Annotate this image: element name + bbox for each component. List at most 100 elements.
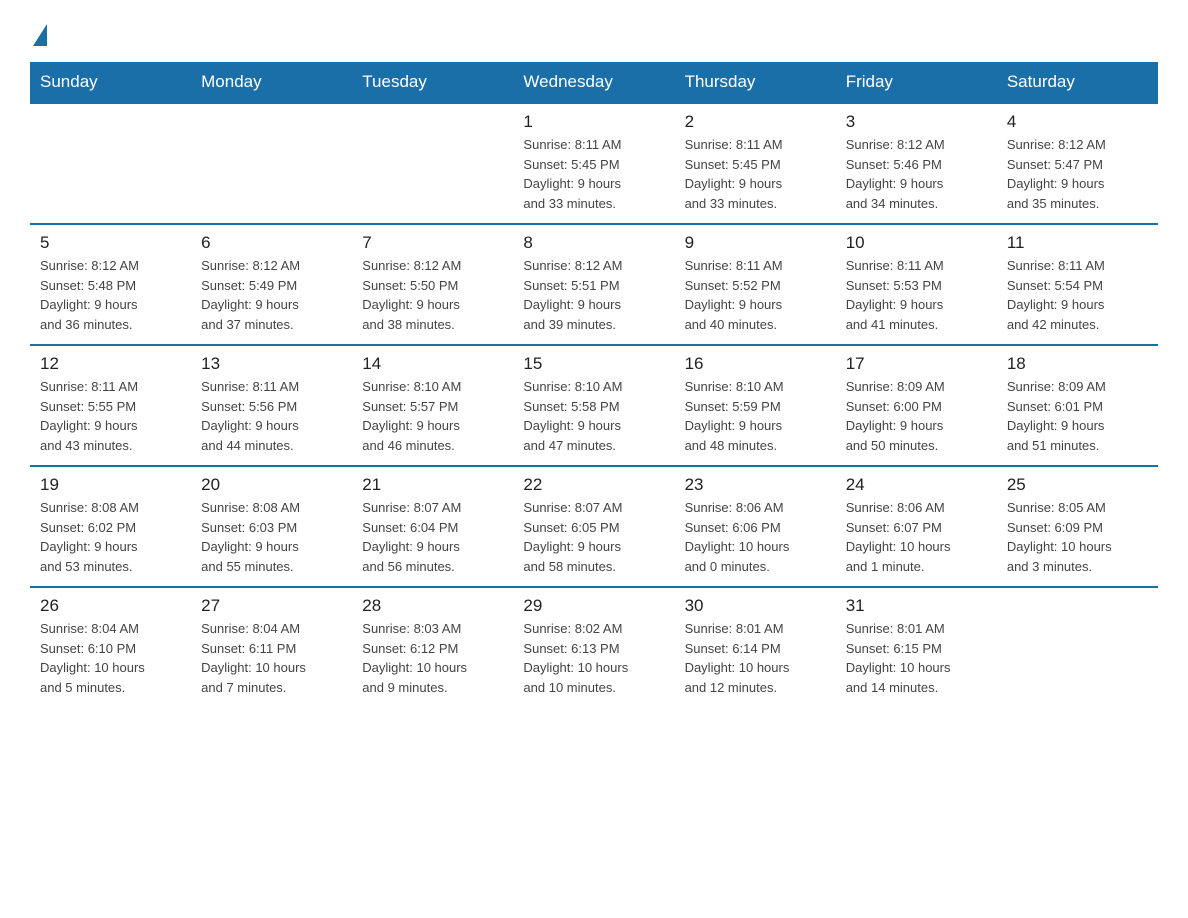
day-number: 30 [685,596,826,616]
calendar-cell [30,103,191,224]
calendar-cell: 15Sunrise: 8:10 AM Sunset: 5:58 PM Dayli… [513,345,674,466]
calendar-cell: 19 Sunrise: 8:08 AM Sunset: 6:02 PM Dayli… [30,466,191,587]
day-info: Sunrise: 8:10 AM Sunset: 5:57 PM Dayligh… [362,377,503,455]
day-number: 8 [523,233,664,253]
day-info: Sunrise: 8:01 AM Sunset: 6:14 PM Dayligh… [685,619,826,697]
day-info: Sunrise: 8:11 AM Sunset: 5:54 PM Dayligh… [1007,256,1148,334]
day-info: Sunrise: 8:11 AM Sunset: 5:45 PM Dayligh… [523,135,664,213]
day-number: 3 [846,112,987,132]
day-number: 12 [40,354,181,374]
calendar-week-row: 5 Sunrise: 8:12 AM Sunset: 5:48 PM Daylig… [30,224,1158,345]
calendar-cell: 2Sunrise: 8:11 AM Sunset: 5:45 PM Daylig… [675,103,836,224]
day-number: 20 [201,475,342,495]
day-info: Sunrise: 8:08 AM Sunset: 6:02 PM Dayligh… [40,498,181,576]
calendar-cell: 17 Sunrise: 8:09 AM Sunset: 6:00 PM Dayli… [836,345,997,466]
day-number: 28 [362,596,503,616]
weekday-header-thursday: Thursday [675,62,836,103]
calendar-week-row: 26 Sunrise: 8:04 AM Sunset: 6:10 PM Dayli… [30,587,1158,707]
day-number: 29 [523,596,664,616]
day-info: Sunrise: 8:11 AM Sunset: 5:55 PM Dayligh… [40,377,181,455]
weekday-header-row: SundayMondayTuesdayWednesdayThursdayFrid… [30,62,1158,103]
calendar-cell: 29Sunrise: 8:02 AM Sunset: 6:13 PM Dayli… [513,587,674,707]
calendar-cell: 5 Sunrise: 8:12 AM Sunset: 5:48 PM Daylig… [30,224,191,345]
logo [30,20,47,44]
day-number: 14 [362,354,503,374]
day-info: Sunrise: 8:12 AM Sunset: 5:50 PM Dayligh… [362,256,503,334]
day-number: 6 [201,233,342,253]
page-header [30,20,1158,44]
day-info: Sunrise: 8:12 AM Sunset: 5:51 PM Dayligh… [523,256,664,334]
day-info: Sunrise: 8:04 AM Sunset: 6:10 PM Dayligh… [40,619,181,697]
day-number: 2 [685,112,826,132]
day-number: 16 [685,354,826,374]
day-info: Sunrise: 8:07 AM Sunset: 6:05 PM Dayligh… [523,498,664,576]
day-number: 21 [362,475,503,495]
calendar-week-row: 1 Sunrise: 8:11 AM Sunset: 5:45 PM Daylig… [30,103,1158,224]
day-info: Sunrise: 8:06 AM Sunset: 6:07 PM Dayligh… [846,498,987,576]
calendar-week-row: 19 Sunrise: 8:08 AM Sunset: 6:02 PM Dayli… [30,466,1158,587]
day-number: 22 [523,475,664,495]
logo-triangle-icon [33,24,47,46]
day-number: 26 [40,596,181,616]
day-number: 27 [201,596,342,616]
day-info: Sunrise: 8:03 AM Sunset: 6:12 PM Dayligh… [362,619,503,697]
calendar-cell: 21 Sunrise: 8:07 AM Sunset: 6:04 PM Dayli… [352,466,513,587]
calendar-cell: 4 Sunrise: 8:12 AM Sunset: 5:47 PM Daylig… [997,103,1158,224]
calendar-cell: 3 Sunrise: 8:12 AM Sunset: 5:46 PM Daylig… [836,103,997,224]
day-info: Sunrise: 8:11 AM Sunset: 5:56 PM Dayligh… [201,377,342,455]
day-number: 10 [846,233,987,253]
day-info: Sunrise: 8:04 AM Sunset: 6:11 PM Dayligh… [201,619,342,697]
day-info: Sunrise: 8:12 AM Sunset: 5:49 PM Dayligh… [201,256,342,334]
day-number: 7 [362,233,503,253]
calendar-cell: 7 Sunrise: 8:12 AM Sunset: 5:50 PM Daylig… [352,224,513,345]
day-number: 17 [846,354,987,374]
weekday-header-wednesday: Wednesday [513,62,674,103]
calendar-cell: 8 Sunrise: 8:12 AM Sunset: 5:51 PM Daylig… [513,224,674,345]
calendar-cell: 27 Sunrise: 8:04 AM Sunset: 6:11 PM Dayli… [191,587,352,707]
day-info: Sunrise: 8:08 AM Sunset: 6:03 PM Dayligh… [201,498,342,576]
calendar-cell: 11 Sunrise: 8:11 AM Sunset: 5:54 PM Dayli… [997,224,1158,345]
calendar-cell: 16 Sunrise: 8:10 AM Sunset: 5:59 PM Dayli… [675,345,836,466]
calendar-cell: 24Sunrise: 8:06 AM Sunset: 6:07 PM Dayli… [836,466,997,587]
calendar-cell: 14 Sunrise: 8:10 AM Sunset: 5:57 PM Dayli… [352,345,513,466]
calendar-cell: 22 Sunrise: 8:07 AM Sunset: 6:05 PM Dayli… [513,466,674,587]
day-number: 13 [201,354,342,374]
calendar-cell [191,103,352,224]
day-info: Sunrise: 8:10 AM Sunset: 5:58 PM Dayligh… [523,377,664,455]
day-number: 23 [685,475,826,495]
day-info: Sunrise: 8:11 AM Sunset: 5:52 PM Dayligh… [685,256,826,334]
calendar-cell: 20 Sunrise: 8:08 AM Sunset: 6:03 PM Dayli… [191,466,352,587]
day-info: Sunrise: 8:12 AM Sunset: 5:46 PM Dayligh… [846,135,987,213]
day-info: Sunrise: 8:09 AM Sunset: 6:01 PM Dayligh… [1007,377,1148,455]
day-number: 9 [685,233,826,253]
day-info: Sunrise: 8:12 AM Sunset: 5:48 PM Dayligh… [40,256,181,334]
day-number: 11 [1007,233,1148,253]
day-number: 19 [40,475,181,495]
calendar-cell: 10 Sunrise: 8:11 AM Sunset: 5:53 PM Dayli… [836,224,997,345]
weekday-header-tuesday: Tuesday [352,62,513,103]
day-info: Sunrise: 8:09 AM Sunset: 6:00 PM Dayligh… [846,377,987,455]
day-number: 1 [523,112,664,132]
calendar-table: SundayMondayTuesdayWednesdayThursdayFrid… [30,62,1158,707]
calendar-cell [997,587,1158,707]
calendar-cell: 26 Sunrise: 8:04 AM Sunset: 6:10 PM Dayli… [30,587,191,707]
calendar-cell: 18Sunrise: 8:09 AM Sunset: 6:01 PM Dayli… [997,345,1158,466]
day-info: Sunrise: 8:07 AM Sunset: 6:04 PM Dayligh… [362,498,503,576]
day-info: Sunrise: 8:05 AM Sunset: 6:09 PM Dayligh… [1007,498,1148,576]
day-info: Sunrise: 8:12 AM Sunset: 5:47 PM Dayligh… [1007,135,1148,213]
day-info: Sunrise: 8:06 AM Sunset: 6:06 PM Dayligh… [685,498,826,576]
day-info: Sunrise: 8:11 AM Sunset: 5:53 PM Dayligh… [846,256,987,334]
calendar-cell [352,103,513,224]
calendar-cell: 9 Sunrise: 8:11 AM Sunset: 5:52 PM Daylig… [675,224,836,345]
weekday-header-friday: Friday [836,62,997,103]
day-number: 5 [40,233,181,253]
day-number: 31 [846,596,987,616]
day-info: Sunrise: 8:01 AM Sunset: 6:15 PM Dayligh… [846,619,987,697]
calendar-cell: 30 Sunrise: 8:01 AM Sunset: 6:14 PM Dayli… [675,587,836,707]
calendar-cell: 25Sunrise: 8:05 AM Sunset: 6:09 PM Dayli… [997,466,1158,587]
weekday-header-sunday: Sunday [30,62,191,103]
calendar-week-row: 12 Sunrise: 8:11 AM Sunset: 5:55 PM Dayli… [30,345,1158,466]
day-number: 4 [1007,112,1148,132]
day-info: Sunrise: 8:10 AM Sunset: 5:59 PM Dayligh… [685,377,826,455]
calendar-cell: 6 Sunrise: 8:12 AM Sunset: 5:49 PM Daylig… [191,224,352,345]
